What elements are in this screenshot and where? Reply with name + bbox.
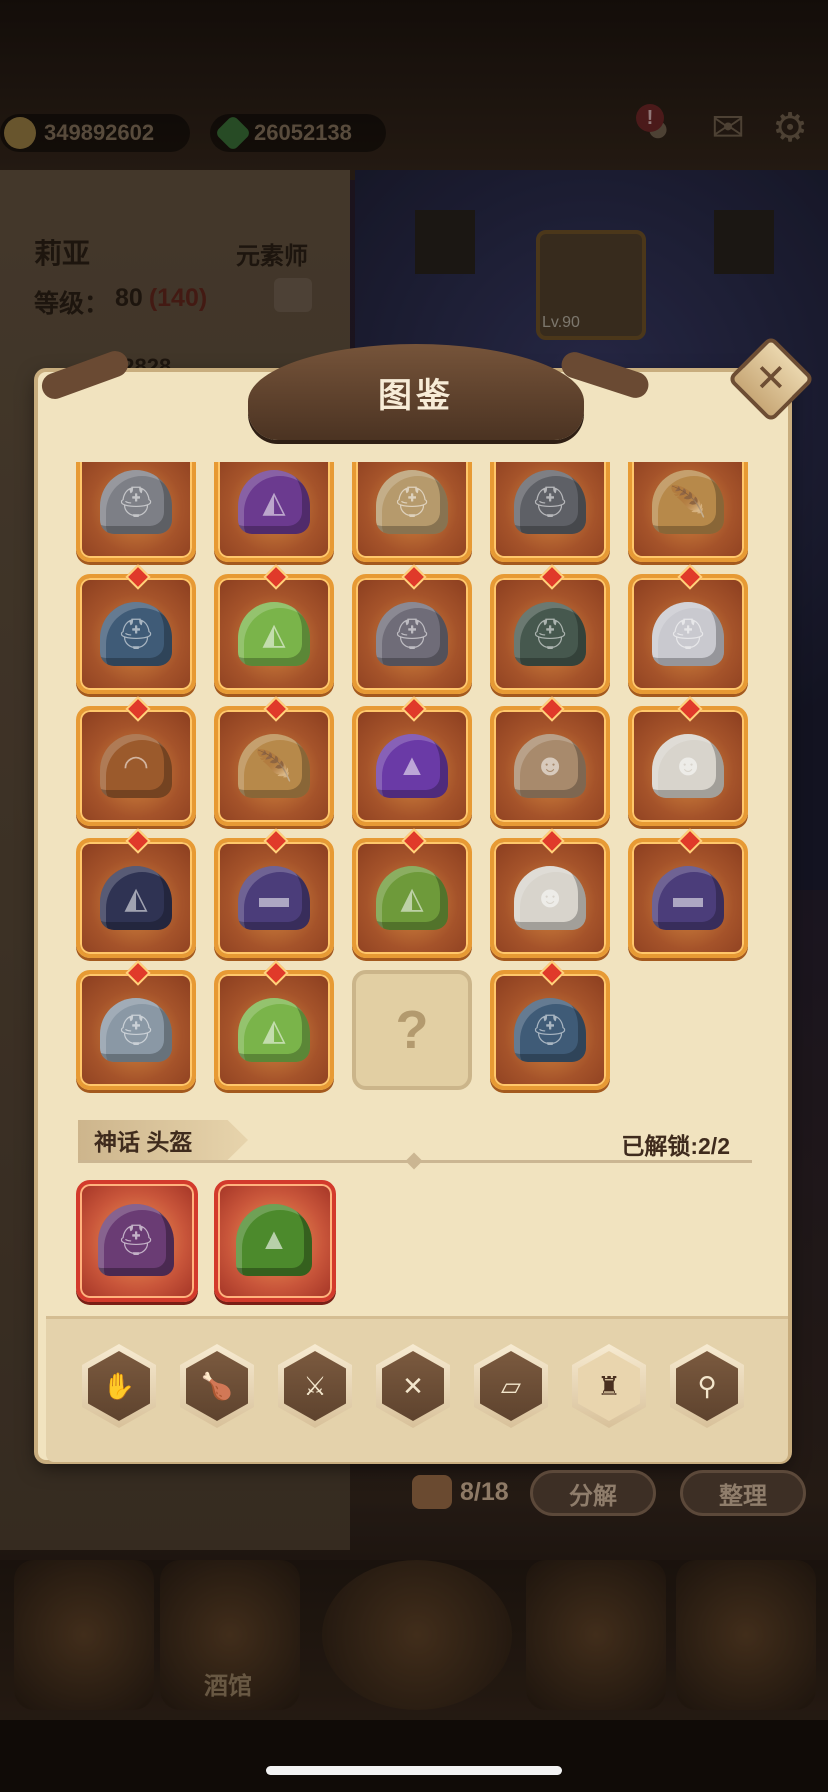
decompose-button[interactable]: 分解	[530, 1470, 656, 1516]
book-icon: ▱	[480, 1351, 542, 1421]
sword-icon: ⚔	[284, 1351, 346, 1421]
helmet-card[interactable]: ▬	[628, 838, 748, 958]
helmet-card[interactable]: ◭	[214, 462, 334, 562]
myth-helmet-card[interactable]: ⛑	[76, 1180, 198, 1302]
green-witch-hat-icon: ▲	[218, 1184, 330, 1296]
bag-count: 8/18	[460, 1477, 509, 1506]
helmet-card[interactable]: 🪶	[214, 706, 334, 826]
fur-trimmed-helmet-icon: ⛑	[80, 578, 192, 690]
helmet-card[interactable]: ⛑	[490, 970, 610, 1090]
knight-helmet-icon: ⛑	[494, 462, 606, 558]
great-helm-icon: ⛑	[356, 578, 468, 690]
glove-icon: ✋	[88, 1351, 150, 1421]
carved-mask-icon: ☻	[494, 710, 606, 822]
question-mark-icon: ?	[395, 1000, 429, 1060]
helmet-card[interactable]: ⛑	[352, 462, 472, 562]
modal-title: 图鉴	[378, 376, 454, 415]
leather-cap-icon: ◠	[80, 710, 192, 822]
purple-hood-icon: ◭	[218, 462, 330, 558]
helmet-card[interactable]: ⛑	[490, 574, 610, 694]
feathered-hat-icon: 🪶	[632, 462, 744, 558]
helmet-card[interactable]: ▲	[352, 706, 472, 826]
ring-icon: ⚲	[676, 1351, 738, 1421]
fur-trimmed-helmet-icon: ⛑	[494, 974, 606, 1086]
codex-grid-viewport[interactable]: ⛑ ◭ ⛑ ⛑ 🪶 ⛑ ◭ ⛑ ⛑ ⛑ ◠ 🪶 ▲ ☻ ☻ ◭ ▬ ◭ ☻ ▬ ⛑ ◭? ⛑	[76, 462, 756, 1094]
green-leaf-hood-icon: ◭	[218, 974, 330, 1086]
myth-section-header: 神话 头盔	[78, 1120, 248, 1160]
helmet-card[interactable]: ◠	[76, 706, 196, 826]
helmet-card[interactable]: ☻	[628, 706, 748, 826]
dark-green-helmet-icon: ⛑	[494, 578, 606, 690]
helmet-card[interactable]: ⛑	[76, 574, 196, 694]
myth-section-title: 神话 头盔	[94, 1129, 193, 1155]
steel-helmet-icon: ⛑	[80, 974, 192, 1086]
section-divider	[78, 1160, 752, 1163]
home-indicator[interactable]	[266, 1766, 562, 1775]
helmet-card[interactable]: ⛑	[76, 462, 196, 562]
purple-demon-helmet-icon: ⛑	[80, 1184, 192, 1296]
green-hood-icon: ◭	[356, 842, 468, 954]
helmet-card[interactable]: ☻	[490, 838, 610, 958]
bag-capacity: 8/18	[412, 1472, 509, 1512]
horned-viking-helmet-icon: ⛑	[80, 462, 192, 558]
dark-hood-icon: ◭	[80, 842, 192, 954]
helmet-card[interactable]: ⛑	[352, 574, 472, 694]
sort-button[interactable]: 整理	[680, 1470, 806, 1516]
helmet-card[interactable]: ⛑	[628, 574, 748, 694]
unlock-progress: 已解锁:2/2	[621, 1133, 730, 1159]
helmet-card[interactable]: ◭	[76, 838, 196, 958]
close-icon: ✕	[755, 358, 787, 400]
crested-helmet-icon: ⛑	[356, 462, 468, 558]
shield-icon: ✕	[382, 1351, 444, 1421]
locked-helmet-card[interactable]: ?	[352, 970, 472, 1090]
helmet-card[interactable]: ☻	[490, 706, 610, 826]
myth-items: ⛑ ▲	[76, 1180, 756, 1310]
helmet-card[interactable]: ⛑	[76, 970, 196, 1090]
bucket-helmet-icon: ⛑	[632, 578, 744, 690]
helmet-card[interactable]: ▬	[214, 838, 334, 958]
helmet-card[interactable]: 🪶	[628, 462, 748, 562]
feathered-cap-icon: 🪶	[218, 710, 330, 822]
green-leaf-hood-icon: ◭	[218, 578, 330, 690]
purple-top-hat-icon: ▬	[218, 842, 330, 954]
helmet-card[interactable]: ⛑	[490, 462, 610, 562]
helmet-card[interactable]: ◭	[214, 970, 334, 1090]
white-mask-icon: ☻	[494, 842, 606, 954]
helmet-card[interactable]: ◭	[352, 838, 472, 958]
helmet-card[interactable]: ◭	[214, 574, 334, 694]
drumstick-icon: 🍗	[186, 1351, 248, 1421]
white-mask-icon: ☻	[632, 710, 744, 822]
helmet-icon: ♜	[578, 1351, 640, 1421]
purple-top-hat-icon: ▬	[632, 842, 744, 954]
purple-wizard-hat-icon: ▲	[356, 710, 468, 822]
chest-icon	[412, 1475, 452, 1509]
myth-helmet-card[interactable]: ▲	[214, 1180, 336, 1302]
